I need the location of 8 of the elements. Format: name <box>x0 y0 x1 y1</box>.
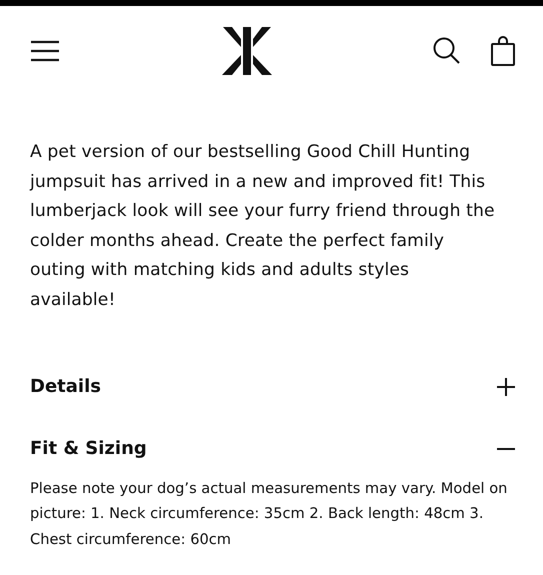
accordion-header[interactable]: Fit & Sizing <box>0 434 543 464</box>
accordion-header[interactable]: Details <box>0 372 543 402</box>
shopping-bag-icon[interactable] <box>491 36 515 66</box>
menu-icon[interactable] <box>30 40 60 62</box>
section-text: Please note your dog’s actual measurements may vary. Model on picture: 1. Neck circumference: 35cm 2. Back length: 48cm 3. Chest circumference: 60cm <box>30 478 508 550</box>
product-description: A pet version of our bestselling Good Chill Hunting jumpsuit has arrived in a new and improved fit! This lumberjack look will see your furry friend through the colder months ahead. Create the perfect family outing with matching kids and adults styles available! <box>30 141 496 312</box>
logo[interactable] <box>222 26 272 76</box>
search-icon[interactable] <box>433 37 461 65</box>
